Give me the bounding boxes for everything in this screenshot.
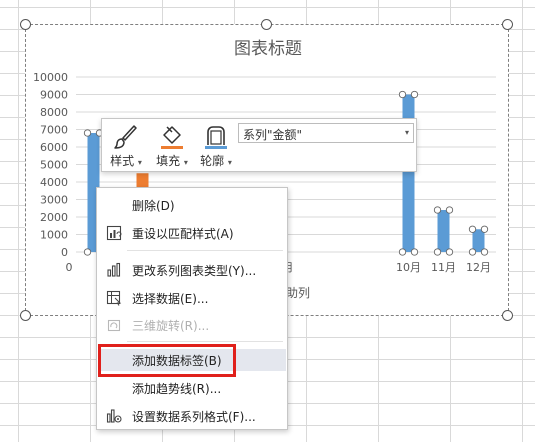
menu-item-label: 重设以匹配样式(A) [132,227,234,241]
x-tick-label: 10月 [396,261,421,274]
menu-item-format-data-series[interactable]: 设置数据系列格式(F)... [98,405,286,427]
chevron-down-icon: ▾ [227,158,232,167]
style-label: 样式 [110,154,135,168]
fill-label: 填充 [156,154,181,168]
context-menu: 删除(D) 重设以匹配样式(A) 更改系列图表类型(Y)... 选择数据(E).… [96,187,288,430]
menu-item-label: 三维旋转(R)... [132,319,210,333]
y-tick-label: 7000 [40,124,68,137]
bar-chart-icon [107,262,121,277]
bar-selection-handle [410,248,419,256]
bar-selection-handle [83,129,92,137]
format-series-icon [106,409,122,423]
y-tick-label: 10000 [33,71,68,84]
bar-selection-handle [410,90,419,99]
bar-selection-handle [445,206,454,214]
bar-selection-handle [480,248,489,256]
bar [472,229,485,252]
bar-selection-handle [445,248,454,256]
y-tick-label: 4000 [40,176,68,189]
chart-title: 图表标题 [234,39,302,59]
menu-item-reset-style[interactable]: 重设以匹配样式(A) [98,222,286,244]
select-data-icon [106,290,122,306]
menu-item-3d-rotation: 三维旋转(R)... [98,314,286,336]
paint-bucket-icon [161,126,183,149]
x-tick-label: 11月 [431,261,456,274]
bar [437,210,450,252]
menu-item-label: 添加趋势线(R)... [132,382,222,396]
menu-item-label: 设置数据系列格式(F)... [132,410,256,424]
chevron-down-icon: ▾ [183,158,188,167]
y-tick-label: 9000 [40,89,68,102]
series-select-value: 系列"金额" [243,128,303,142]
y-tick-label: 0 [61,246,68,259]
menu-item-label: 删除(D) [132,199,175,213]
menu-item-add-trendline[interactable]: 添加趋势线(R)... [98,377,286,399]
menu-separator [127,250,283,251]
y-tick-label: 8000 [40,106,68,119]
resize-handle-bottom-left[interactable] [20,310,31,321]
bar-selection-handle [468,248,477,256]
menu-item-label: 选择数据(E)... [132,292,209,306]
x-tick-label: 0 [66,261,73,274]
series-select-dropdown[interactable]: 系列"金额" ▾ [238,123,414,143]
rotate-3d-icon [107,319,121,332]
resize-handle-top-center[interactable] [261,19,272,30]
menu-item-select-data[interactable]: 选择数据(E)... [98,287,286,309]
reset-style-icon [106,225,122,241]
y-tick-label: 6000 [40,141,68,154]
bar-selection-handle [480,225,489,233]
fill-button[interactable]: 填充 ▾ [150,121,194,171]
chart-format-mini-toolbar: 样式 ▾ 填充 ▾ 轮廓 ▾ 系列"金额" ▾ [101,118,417,172]
bar-selection-handle [398,248,407,256]
chevron-down-icon: ▾ [404,128,409,137]
y-tick-label: 5000 [40,159,68,172]
resize-handle-bottom-right[interactable] [502,310,513,321]
menu-item-label: 更改系列图表类型(Y)... [132,264,257,278]
shape-outline-icon [205,126,227,149]
x-tick-label: 12月 [466,261,491,274]
menu-item-change-chart-type[interactable]: 更改系列图表类型(Y)... [98,259,286,281]
menu-item-delete[interactable]: 删除(D) [98,194,286,216]
bar-selection-handle [433,206,442,214]
y-tick-label: 2000 [40,211,68,224]
bar-selection-handle [433,248,442,256]
y-tick-label: 3000 [40,194,68,207]
outline-label: 轮廓 [200,154,225,168]
outline-button[interactable]: 轮廓 ▾ [194,121,238,171]
y-tick-label: 1000 [40,229,68,242]
bar-selection-handle [398,90,407,99]
bar-selection-handle [83,248,92,256]
bar-selection-handle [468,225,477,233]
menu-separator [127,341,283,342]
highlight-box [98,344,236,377]
brush-icon [114,125,137,149]
resize-handle-top-left[interactable] [20,19,31,30]
resize-handle-top-right[interactable] [502,19,513,30]
x-axis-label: 助列 [286,286,310,300]
style-button[interactable]: 样式 ▾ [104,121,148,171]
chevron-down-icon: ▾ [137,158,142,167]
